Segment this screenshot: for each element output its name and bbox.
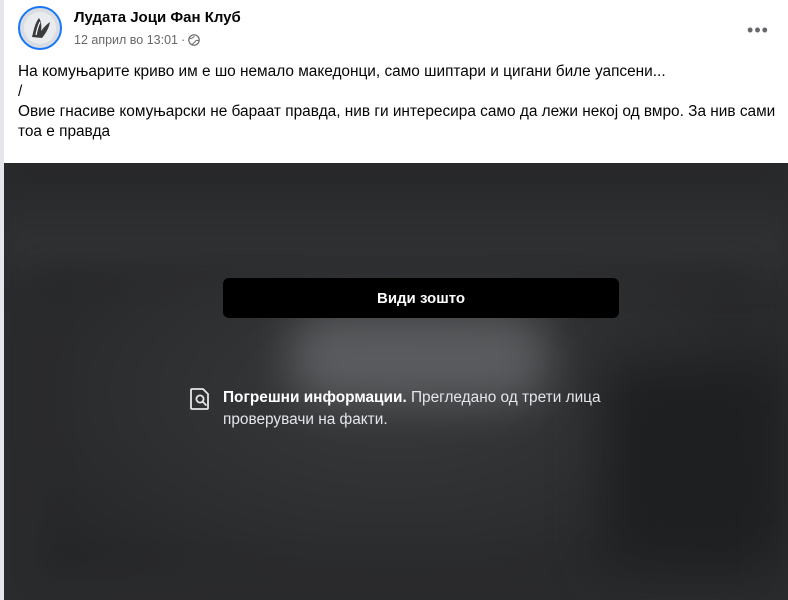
post-message: На комуњарите криво им е шо немало макед… xyxy=(18,62,778,142)
blurred-media[interactable]: Погрешни информации. Прегледано од трети… xyxy=(4,163,788,600)
warning-text: Погрешни информации. Прегледано од трети… xyxy=(223,387,603,431)
post-timestamp[interactable]: 12 април во 13:01 xyxy=(74,33,178,47)
page-name-link[interactable]: Лудата Јоци Фан Клуб xyxy=(74,9,241,26)
facebook-post: Лудата Јоци Фан Клуб 12 април во 13:01 ·… xyxy=(0,0,788,600)
fact-check-icon xyxy=(190,388,209,410)
post-text-line: Овие гнасиве комуњарски не бараат правда… xyxy=(18,103,776,140)
avatar-image xyxy=(24,12,56,44)
page-avatar[interactable] xyxy=(18,6,62,50)
post-header: Лудата Јоци Фан Клуб 12 април во 13:01 ·… xyxy=(18,6,778,54)
post-meta: 12 април во 13:01 · xyxy=(74,33,200,47)
warning-title: Погрешни информации. xyxy=(223,389,407,406)
meta-separator: · xyxy=(181,33,186,47)
post-text-line: / xyxy=(18,83,23,100)
post-text-line: На комуњарите криво им е шо немало макед… xyxy=(18,63,666,80)
globe-icon xyxy=(188,34,200,46)
blurred-background xyxy=(604,363,784,563)
see-why-button[interactable]: Види зошто xyxy=(223,278,619,318)
blurred-background xyxy=(4,163,788,283)
more-options-icon: ••• xyxy=(747,19,769,40)
more-options-button[interactable]: ••• xyxy=(740,12,776,48)
